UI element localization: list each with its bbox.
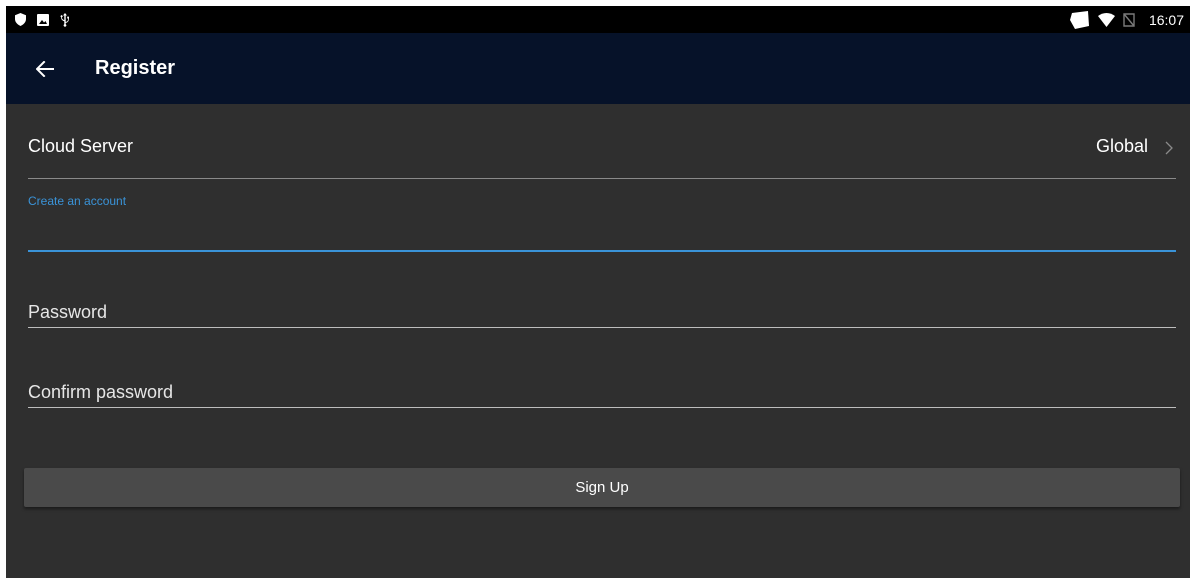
back-button[interactable] xyxy=(28,52,62,86)
chevron-right-icon xyxy=(1162,139,1176,157)
confirm-password-field xyxy=(28,374,1176,408)
account-floating-label: Create an account xyxy=(28,194,127,208)
password-input[interactable] xyxy=(28,299,1176,325)
no-sim-icon xyxy=(1123,12,1135,27)
status-time: 16:07 xyxy=(1148,11,1184,28)
status-right-icons: 16:07 xyxy=(1069,6,1184,33)
arrow-left-icon xyxy=(36,61,54,77)
confirm-password-input[interactable] xyxy=(28,379,1176,405)
wifi-icon xyxy=(1097,12,1115,27)
app-bar: Register xyxy=(6,33,1190,104)
notification-icon xyxy=(1069,10,1090,29)
status-left-icons xyxy=(15,6,70,33)
cloud-server-value: Global xyxy=(1095,136,1148,156)
image-icon xyxy=(37,13,49,26)
register-screen: 16:07 Register Cloud Server Global Creat… xyxy=(6,6,1190,578)
status-bar: 16:07 xyxy=(6,6,1190,33)
shield-icon xyxy=(15,13,26,26)
account-field: Create an account xyxy=(28,194,1176,252)
cloud-server-label: Cloud Server xyxy=(28,136,134,156)
sign-up-button[interactable]: Sign Up xyxy=(24,468,1180,507)
account-input[interactable] xyxy=(28,222,1176,248)
cloud-server-row[interactable]: Cloud Server Global xyxy=(28,124,1176,179)
usb-icon xyxy=(60,12,70,27)
page-title: Register xyxy=(95,57,176,79)
password-field xyxy=(28,294,1176,328)
